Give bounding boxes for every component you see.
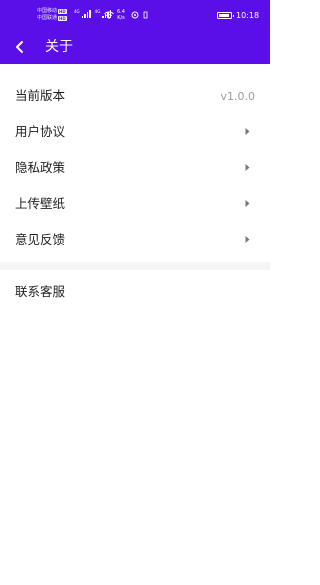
- signal-icon: 4G: [74, 10, 91, 18]
- notification-icons: [131, 11, 148, 19]
- list-item-label: 联系客服: [15, 284, 66, 299]
- list-item-current-version: 当前版本 v1.0.0: [0, 78, 270, 114]
- chevron-right-icon: [245, 128, 250, 135]
- list-item-label: 意见反馈: [15, 232, 66, 247]
- wifi-icon: [104, 11, 114, 19]
- carrier-name-1: 中国移动: [37, 8, 58, 14]
- app-bar: 关于: [0, 30, 270, 64]
- status-time: 10:18: [236, 11, 260, 20]
- carrier-name-2: 中国联通: [37, 15, 58, 21]
- list-item-contact-support[interactable]: 联系客服: [0, 274, 270, 310]
- chevron-right-icon: [245, 164, 250, 171]
- network-speed: 6.4 K/s: [117, 9, 125, 21]
- battery-icon: [217, 12, 234, 19]
- list-item-upload-wallpaper[interactable]: 上传壁纸: [0, 186, 270, 222]
- list-item-label: 用户协议: [15, 124, 66, 139]
- hd-badge: HD: [58, 9, 67, 14]
- page-title: 关于: [45, 39, 73, 55]
- list-item-label: 上传壁纸: [15, 196, 66, 211]
- version-value: v1.0.0: [220, 89, 256, 103]
- hd-badge: HD: [58, 16, 67, 21]
- speed-unit: K/s: [117, 15, 125, 21]
- list-item-label: 当前版本: [15, 88, 66, 103]
- status-bar: 中国移动 HD 中国联通 HD 4G 4G 6.4 K/s 10:18: [0, 0, 270, 30]
- about-list: 当前版本 v1.0.0 用户协议 隐私政策 上传壁纸 意见反馈 联系客服: [0, 78, 270, 310]
- list-item-privacy-policy[interactable]: 隐私政策: [0, 150, 270, 186]
- list-item-feedback[interactable]: 意见反馈: [0, 222, 270, 258]
- back-button[interactable]: [10, 37, 30, 57]
- network-type-label: 4G: [94, 9, 101, 14]
- carrier-info: 中国移动 HD 中国联通 HD: [37, 8, 67, 22]
- chevron-right-icon: [245, 200, 250, 207]
- chevron-right-icon: [245, 236, 250, 243]
- section-divider: [0, 262, 270, 270]
- list-item-user-agreement[interactable]: 用户协议: [0, 114, 270, 150]
- arrow-left-icon: [16, 41, 23, 53]
- network-type-label: 4G: [74, 9, 80, 14]
- list-item-label: 隐私政策: [15, 160, 66, 175]
